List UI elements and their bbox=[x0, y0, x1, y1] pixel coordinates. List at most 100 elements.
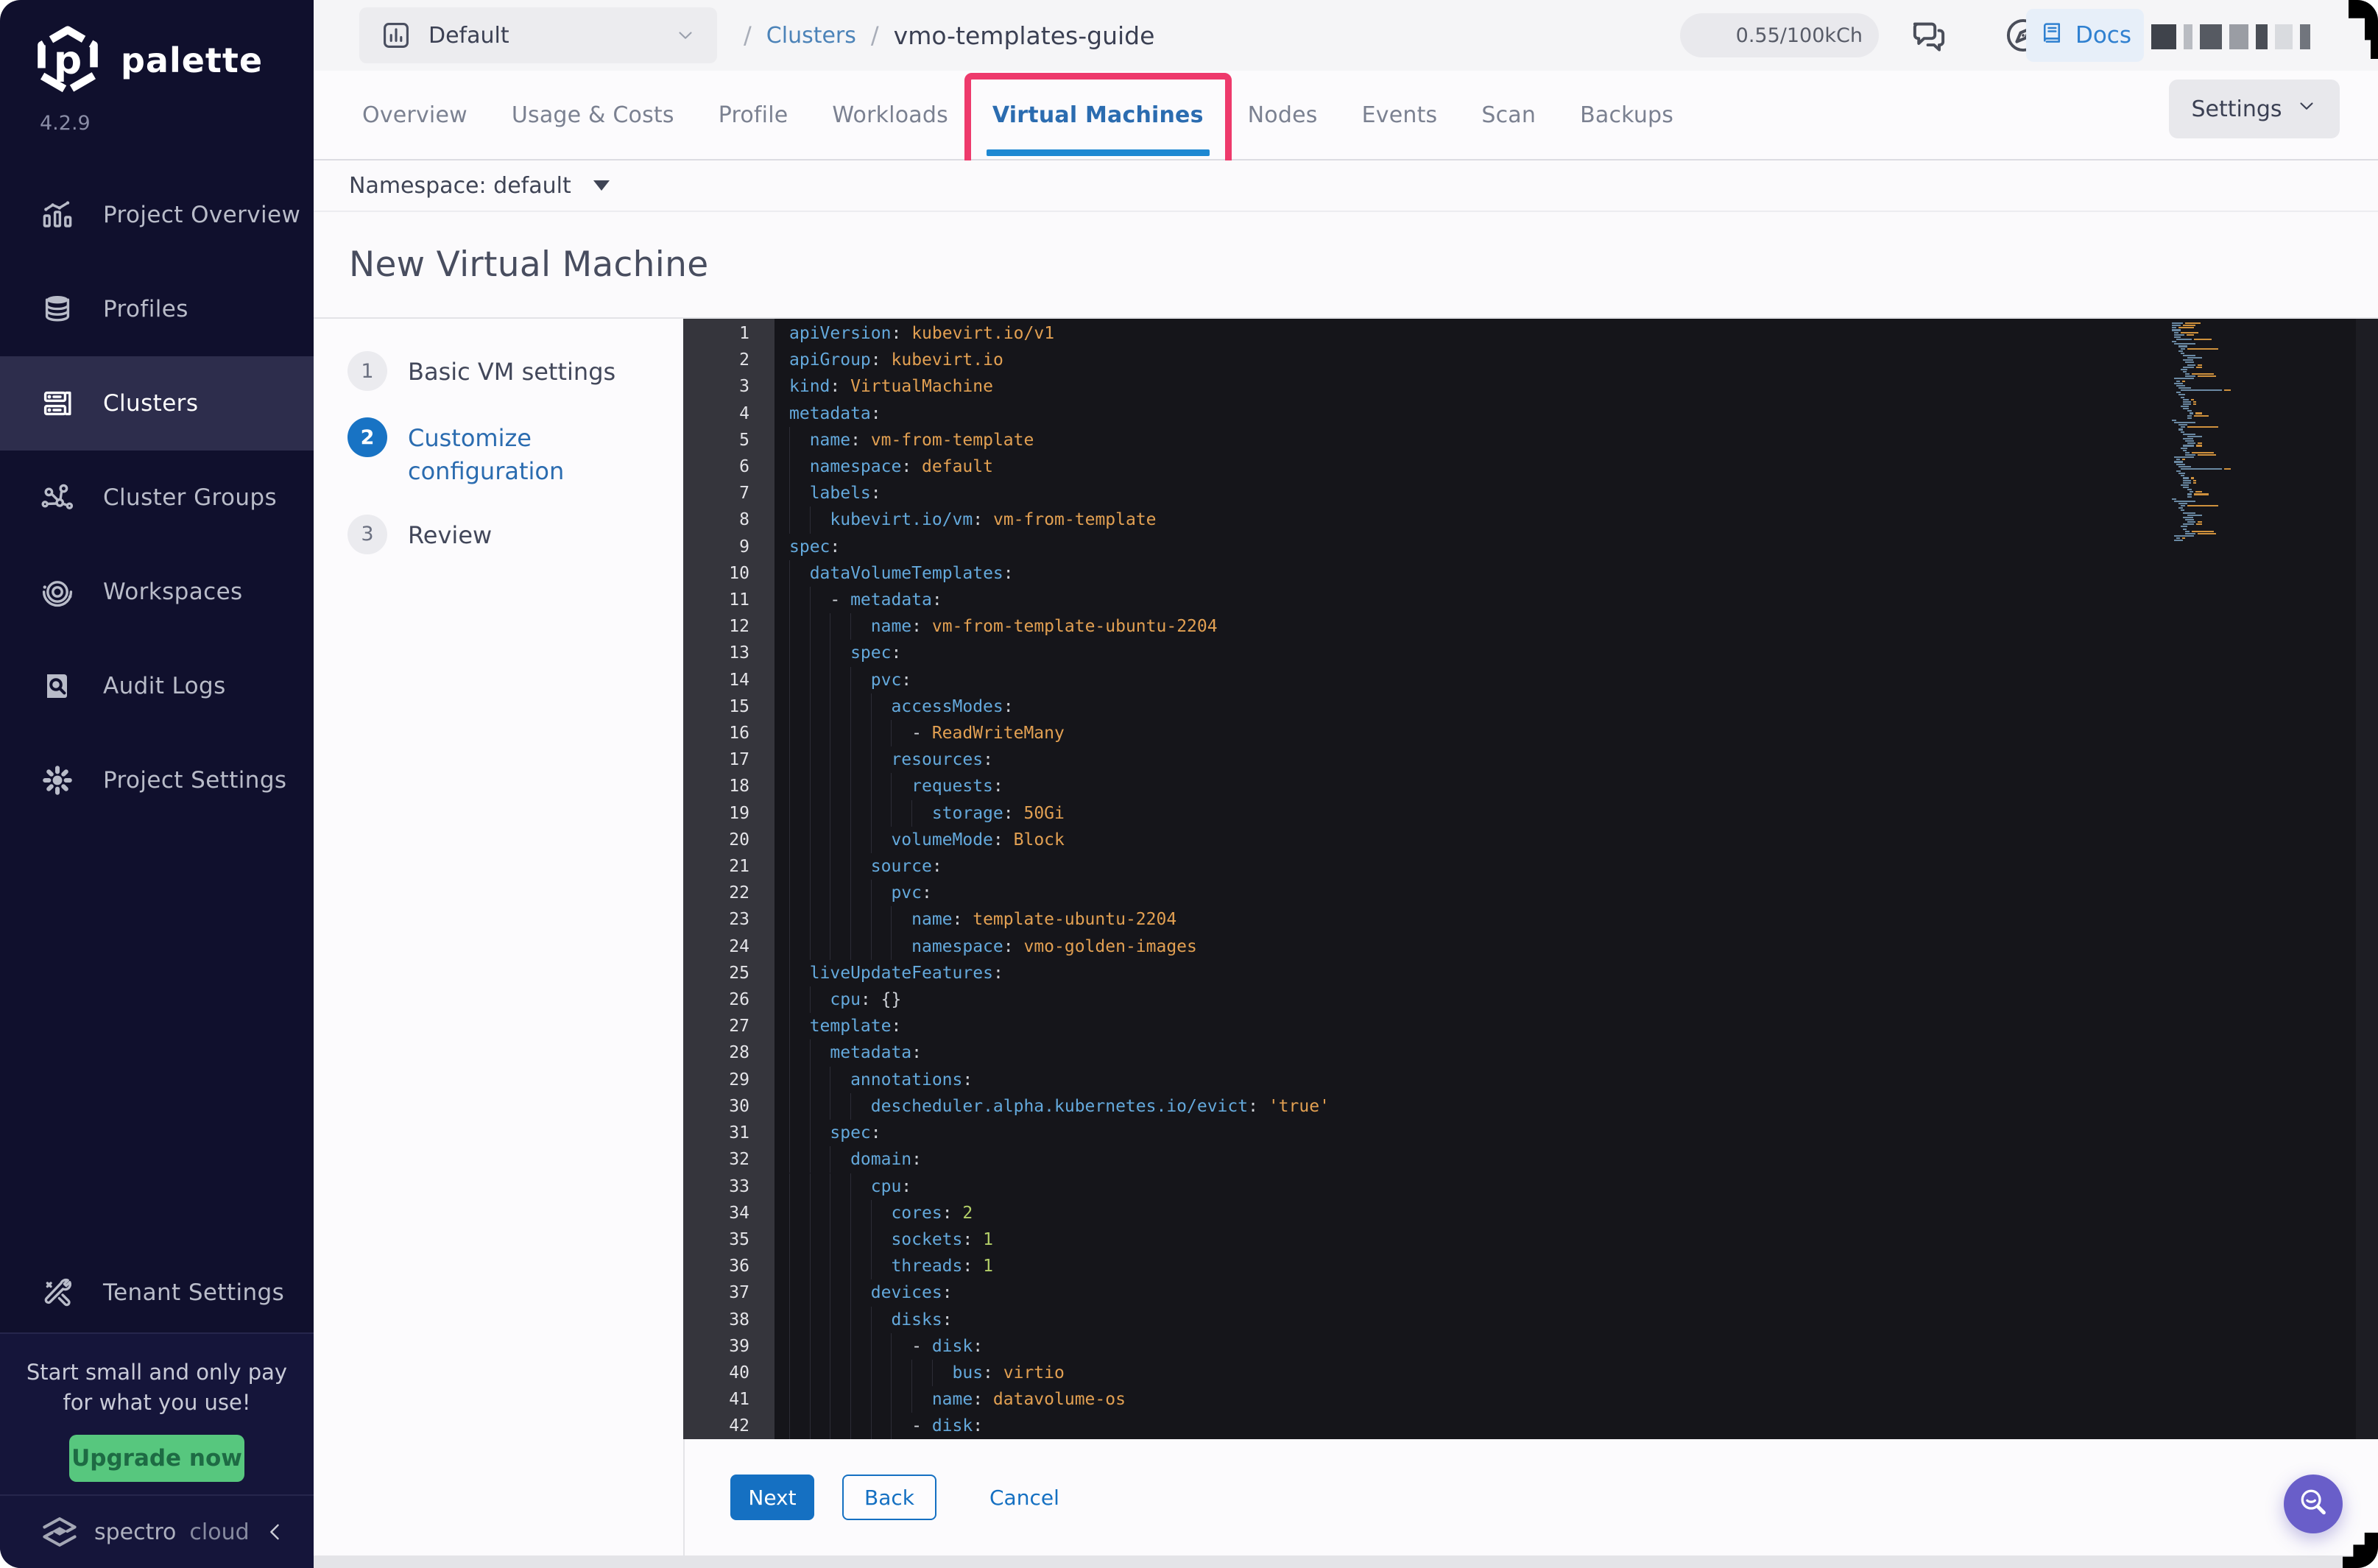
sidebar-item-audit-logs[interactable]: Audit Logs bbox=[0, 639, 314, 733]
code-line[interactable]: - disk: bbox=[789, 1333, 2378, 1360]
book-icon bbox=[2039, 19, 2065, 52]
breadcrumb-separator: / bbox=[870, 21, 879, 49]
code-line[interactable]: sockets: 1 bbox=[789, 1226, 2378, 1253]
code-line[interactable]: kubevirt.io/vm: vm-from-template bbox=[789, 506, 2378, 533]
code-line[interactable]: liveUpdateFeatures: bbox=[789, 960, 2378, 986]
breadcrumb-clusters-link[interactable]: Clusters bbox=[766, 23, 856, 49]
caret-down-icon bbox=[593, 180, 610, 191]
step-label: Customize configuration bbox=[408, 424, 565, 485]
editor-minimap[interactable] bbox=[2169, 322, 2344, 542]
tab-workloads[interactable]: Workloads bbox=[810, 71, 970, 159]
sidebar-item-tenant-settings[interactable]: Tenant Settings bbox=[0, 1246, 314, 1340]
code-line[interactable]: name: template-ubuntu-2204 bbox=[789, 906, 2378, 933]
code-line[interactable]: name: vm-from-template-ubuntu-2204 bbox=[789, 613, 2378, 640]
code-line[interactable]: metadata: bbox=[789, 400, 2378, 427]
code-line[interactable]: cpu: {} bbox=[789, 986, 2378, 1013]
code-line[interactable]: threads: 1 bbox=[789, 1253, 2378, 1279]
editor-code[interactable]: apiVersion: kubevirt.io/v1 apiGroup: kube… bbox=[775, 319, 2378, 1439]
code-line[interactable]: - metadata: bbox=[789, 587, 2378, 613]
code-line[interactable]: name: datavolume-os bbox=[789, 1386, 2378, 1413]
usage-badge: 0.55/100kCh bbox=[1680, 13, 1879, 57]
palette-app: p palette 4.2.9 Project Overview Profiles… bbox=[0, 0, 2378, 1568]
sidebar-item-project-overview[interactable]: Project Overview bbox=[0, 168, 314, 262]
code-line[interactable]: requests: bbox=[789, 773, 2378, 799]
namespace-label: Namespace: default bbox=[349, 172, 571, 199]
tab-profile[interactable]: Profile bbox=[696, 71, 811, 159]
namespace-dropdown[interactable]: Namespace: default bbox=[314, 160, 2378, 212]
code-line[interactable]: bus: virtio bbox=[789, 1360, 2378, 1386]
yaml-editor[interactable]: 1 2 3 4 5 6 7 8 9 10 11 12 13 14 15 16 17 18 19 20 21 22 23 24 2… bbox=[683, 319, 2378, 1439]
code-line[interactable]: labels: bbox=[789, 480, 2378, 506]
tab-usage-costs[interactable]: Usage & Costs bbox=[490, 71, 696, 159]
code-line[interactable]: disks: bbox=[789, 1307, 2378, 1333]
sidebar-item-label: Workspaces bbox=[103, 579, 243, 605]
tenant-wrap: Tenant Settings bbox=[0, 1246, 314, 1340]
search-fab-button[interactable] bbox=[2284, 1475, 2343, 1533]
docs-button[interactable]: Docs bbox=[2026, 9, 2144, 62]
code-line[interactable]: kind: VirtualMachine bbox=[789, 373, 2378, 400]
code-line[interactable]: apiGroup: kubevirt.io bbox=[789, 347, 2378, 373]
promo-line1: Start small and only pay bbox=[26, 1360, 288, 1385]
tab-backups[interactable]: Backups bbox=[1558, 71, 1696, 159]
code-line[interactable]: annotations: bbox=[789, 1067, 2378, 1093]
brand-name: palette bbox=[121, 40, 264, 80]
step-label: Review bbox=[408, 520, 493, 549]
tab-nodes[interactable]: Nodes bbox=[1226, 71, 1340, 159]
code-line[interactable]: template: bbox=[789, 1013, 2378, 1039]
tab-overview[interactable]: Overview bbox=[340, 71, 490, 159]
wizard-step-basic-vm-settings[interactable]: 1 Basic VM settings bbox=[347, 351, 683, 391]
wizard-step-customize-configuration[interactable]: 2 Customize configuration bbox=[347, 417, 683, 488]
code-line[interactable]: descheduler.alpha.kubernetes.io/evict: '… bbox=[789, 1093, 2378, 1120]
chevron-down-icon bbox=[2296, 95, 2318, 123]
sidebar-item-clusters[interactable]: Clusters bbox=[0, 356, 314, 451]
wizard-step-review[interactable]: 3 Review bbox=[347, 514, 683, 554]
audit-icon bbox=[40, 668, 75, 704]
upgrade-now-button[interactable]: Upgrade now bbox=[69, 1435, 244, 1483]
code-line[interactable]: namespace: vmo-golden-images bbox=[789, 933, 2378, 960]
sidebar-item-label: Audit Logs bbox=[103, 673, 226, 699]
code-line[interactable]: name: vm-from-template bbox=[789, 427, 2378, 453]
code-line[interactable]: volumeMode: Block bbox=[789, 827, 2378, 853]
sidebar-item-cluster-groups[interactable]: Cluster Groups bbox=[0, 451, 314, 545]
settings-button[interactable]: Settings bbox=[2169, 80, 2340, 138]
code-line[interactable]: source: bbox=[789, 853, 2378, 880]
code-line[interactable]: cpu: bbox=[789, 1173, 2378, 1200]
code-line[interactable]: accessModes: bbox=[789, 693, 2378, 720]
code-line[interactable]: pvc: bbox=[789, 667, 2378, 693]
editor-scrollbar[interactable] bbox=[2356, 319, 2378, 1439]
tabs-list: Overview Usage & Costs Profile Workloads Vir… bbox=[340, 71, 1696, 171]
sidebar-item-workspaces[interactable]: Workspaces bbox=[0, 545, 314, 639]
code-line[interactable]: - ReadWriteMany bbox=[789, 720, 2378, 746]
project-chart-icon bbox=[380, 19, 412, 52]
code-line[interactable]: dataVolumeTemplates: bbox=[789, 560, 2378, 587]
breadcrumb-current: vmo-templates-guide bbox=[893, 21, 1155, 50]
collapse-sidebar-icon[interactable] bbox=[263, 1519, 288, 1544]
step-label: Basic VM settings bbox=[408, 358, 616, 386]
editor-line-numbers: 1 2 3 4 5 6 7 8 9 10 11 12 13 14 15 16 17 18 19 20 21 22 23 24 2… bbox=[683, 319, 775, 1439]
code-line[interactable]: pvc: bbox=[789, 880, 2378, 906]
tab-scan[interactable]: Scan bbox=[1459, 71, 1558, 159]
sidebar-item-project-settings[interactable]: Project Settings bbox=[0, 733, 314, 827]
code-line[interactable]: storage: 50Gi bbox=[789, 800, 2378, 827]
tab-virtual-machines[interactable]: Virtual Machines bbox=[964, 71, 1232, 171]
code-line[interactable]: apiVersion: kubevirt.io/v1 bbox=[789, 320, 2378, 347]
chat-icon[interactable] bbox=[1908, 15, 1950, 56]
tab-events[interactable]: Events bbox=[1340, 71, 1460, 159]
code-line[interactable]: spec: bbox=[789, 1120, 2378, 1146]
code-line[interactable]: cores: 2 bbox=[789, 1200, 2378, 1226]
sidebar-item-profiles[interactable]: Profiles bbox=[0, 262, 314, 356]
cancel-button[interactable]: Cancel bbox=[989, 1486, 1059, 1510]
project-dropdown[interactable]: Default bbox=[359, 7, 717, 63]
code-line[interactable]: domain: bbox=[789, 1146, 2378, 1173]
code-line[interactable]: - disk: bbox=[789, 1413, 2378, 1439]
magnifier-smile-icon bbox=[2296, 1486, 2330, 1522]
code-line[interactable]: resources: bbox=[789, 746, 2378, 773]
code-line[interactable]: devices: bbox=[789, 1279, 2378, 1306]
next-button[interactable]: Next bbox=[730, 1475, 814, 1520]
code-line[interactable]: namespace: default bbox=[789, 453, 2378, 480]
bottom-strip bbox=[314, 1555, 2378, 1568]
code-line[interactable]: spec: bbox=[789, 640, 2378, 666]
code-line[interactable]: spec: bbox=[789, 534, 2378, 560]
code-line[interactable]: metadata: bbox=[789, 1039, 2378, 1066]
back-button[interactable]: Back bbox=[842, 1475, 936, 1520]
